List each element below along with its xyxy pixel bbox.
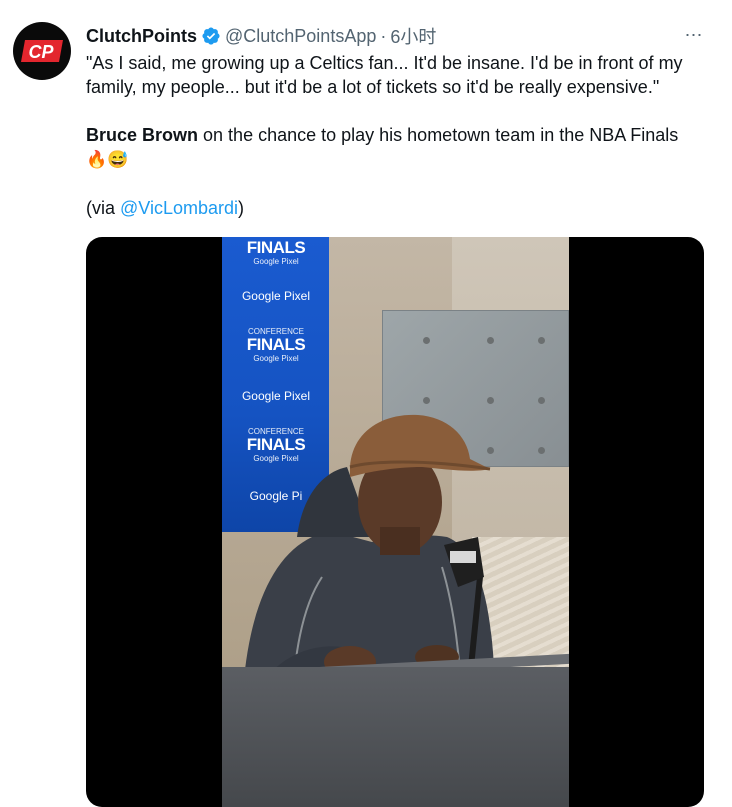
author-handle[interactable]: @ClutchPointsApp bbox=[225, 26, 376, 47]
verified-badge-icon[interactable] bbox=[201, 26, 221, 46]
via-mention-link[interactable]: @VicLombardi bbox=[120, 198, 238, 218]
press-table bbox=[222, 667, 569, 807]
tweet-timestamp[interactable]: 6小时 bbox=[390, 23, 436, 49]
tweet-header: ClutchPoints @ClutchPointsApp · 6小时 bbox=[86, 24, 712, 48]
avatar-text: CP bbox=[28, 42, 54, 62]
author-name[interactable]: ClutchPoints bbox=[86, 26, 197, 47]
via-open: (via bbox=[86, 198, 121, 218]
video-frame[interactable]: FINALS Google Pixel Google Pixel CONFERE… bbox=[222, 237, 569, 807]
quote-text: "As I said, me growing up a Celtics fan.… bbox=[86, 53, 683, 97]
subject-name: Bruce Brown bbox=[86, 125, 199, 145]
emoji-fire-sweat: 🔥😅 bbox=[86, 150, 129, 169]
more-options-icon[interactable]: ⋯ bbox=[682, 24, 706, 46]
author-avatar[interactable]: CP bbox=[13, 22, 71, 80]
clutchpoints-logo-icon: CP bbox=[21, 40, 63, 62]
via-close: ) bbox=[238, 198, 245, 218]
context-line: Bruce Brown on the chance to play his ho… bbox=[86, 123, 714, 147]
video-player[interactable]: FINALS Google Pixel Google Pixel CONFERE… bbox=[86, 237, 704, 807]
subject-rest: on the chance to play his hometown team … bbox=[198, 125, 679, 145]
tweet-body: "As I said, me growing up a Celtics fan.… bbox=[86, 51, 714, 220]
separator-dot: · bbox=[380, 25, 387, 46]
emoji-line: 🔥😅 bbox=[86, 147, 714, 172]
via-line: (via @VicLombardi) bbox=[86, 196, 714, 220]
